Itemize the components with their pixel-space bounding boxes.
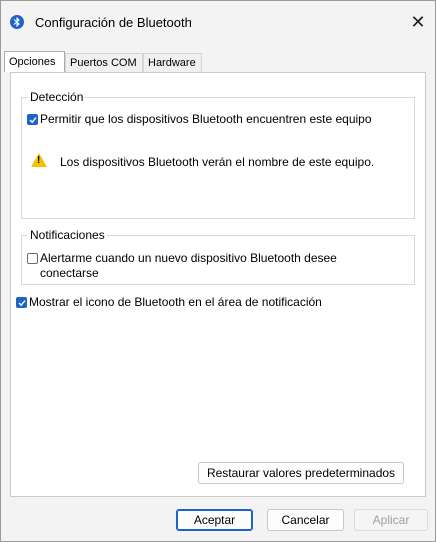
- tab-hardware[interactable]: Hardware: [143, 53, 202, 72]
- detection-legend: Detección: [28, 90, 86, 104]
- options-panel: Detección Permitir que los dispositivos …: [10, 72, 426, 497]
- allow-discovery-checkbox[interactable]: [27, 114, 38, 125]
- tab-puertos-com[interactable]: Puertos COM: [65, 53, 143, 72]
- alert-new-device-label-line2[interactable]: conectarse: [40, 266, 99, 281]
- cancel-button[interactable]: Cancelar: [267, 509, 344, 531]
- warning-icon: !: [31, 153, 47, 167]
- allow-discovery-label[interactable]: Permitir que los dispositivos Bluetooth …: [40, 112, 372, 127]
- close-icon[interactable]: ✕: [405, 9, 431, 35]
- tab-strip: Opciones Puertos COM Hardware: [1, 51, 435, 73]
- alert-new-device-checkbox[interactable]: [27, 253, 38, 264]
- detection-group: Detección Permitir que los dispositivos …: [21, 90, 415, 219]
- notifications-group: Notificaciones Alertarme cuando un nuevo…: [21, 228, 415, 285]
- warning-text: Los dispositivos Bluetooth verán el nomb…: [60, 155, 375, 169]
- show-icon-checkbox[interactable]: [16, 297, 27, 308]
- restore-defaults-button[interactable]: Restaurar valores predeterminados: [198, 462, 404, 484]
- apply-button[interactable]: Aplicar: [354, 509, 428, 531]
- bluetooth-icon: [10, 15, 24, 29]
- show-icon-label[interactable]: Mostrar el icono de Bluetooth en el área…: [29, 295, 322, 310]
- tab-opciones[interactable]: Opciones: [4, 51, 65, 72]
- notifications-legend: Notificaciones: [28, 228, 107, 242]
- bluetooth-settings-dialog: Configuración de Bluetooth ✕ Opciones Pu…: [0, 0, 436, 542]
- alert-new-device-label-line1[interactable]: Alertarme cuando un nuevo dispositivo Bl…: [40, 251, 337, 266]
- ok-button[interactable]: Aceptar: [176, 509, 253, 531]
- title-bar[interactable]: Configuración de Bluetooth ✕: [1, 1, 435, 45]
- window-title: Configuración de Bluetooth: [35, 15, 192, 30]
